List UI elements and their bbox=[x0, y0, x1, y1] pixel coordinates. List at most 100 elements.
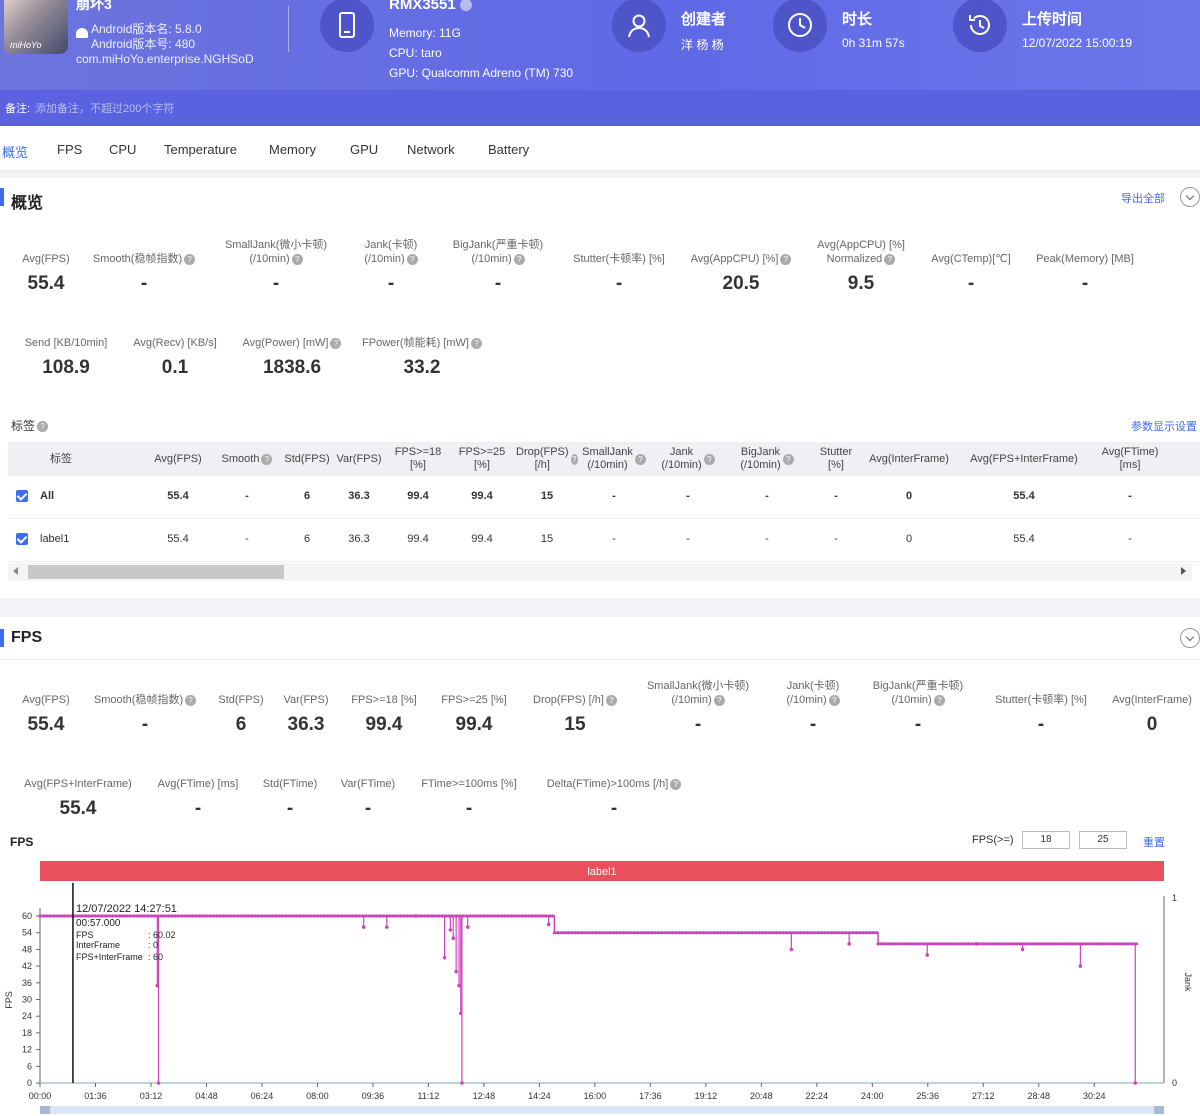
help-icon[interactable] bbox=[291, 253, 303, 265]
row-checkbox[interactable] bbox=[16, 490, 28, 502]
data-point bbox=[747, 931, 751, 935]
tab-temperature[interactable]: Temperature bbox=[164, 142, 237, 157]
data-point bbox=[688, 931, 692, 935]
data-point bbox=[778, 931, 782, 935]
metric-label: SmallJank(微小卡顿) (/10min) bbox=[214, 238, 338, 266]
table-cell: 0 bbox=[905, 533, 913, 545]
data-point bbox=[204, 914, 209, 918]
metric-label-text: Std(FTime) bbox=[262, 778, 318, 790]
dip-point bbox=[454, 969, 458, 974]
tab-overview[interactable]: 概览 bbox=[2, 142, 28, 161]
tab-gpu[interactable]: GPU bbox=[350, 142, 378, 157]
note-input[interactable]: 添加备注，不超过200个字符 bbox=[35, 100, 174, 116]
export-all-link[interactable]: 导出全部 bbox=[1121, 190, 1165, 206]
help-icon[interactable] bbox=[780, 253, 792, 265]
table-horizontal-scrollbar[interactable] bbox=[8, 563, 1192, 581]
zoom-handle-right[interactable] bbox=[1154, 1106, 1164, 1114]
data-point bbox=[653, 931, 657, 935]
x-axis: 00:00 01:36 03:12 04:48 06:24 08:00 09:36 11:12… bbox=[29, 1082, 1164, 1101]
scroll-left-icon[interactable] bbox=[13, 567, 18, 575]
help-icon[interactable] bbox=[184, 253, 196, 265]
x-tick-label: 20:48 bbox=[750, 1091, 773, 1101]
data-point bbox=[516, 914, 521, 918]
tab-cpu[interactable]: CPU bbox=[109, 142, 136, 157]
tooltip-fps-inter-value: : 60 bbox=[148, 952, 163, 962]
help-icon[interactable] bbox=[513, 253, 525, 265]
metric-fps1-0: Avg(FPS) 55.4 bbox=[12, 679, 80, 735]
reset-link[interactable]: 重置 bbox=[1143, 834, 1165, 850]
metric-label: Avg(FPS) bbox=[10, 238, 82, 266]
table-cell: 6 bbox=[303, 490, 311, 502]
table-cell: 55.4 bbox=[1013, 533, 1035, 545]
help-icon[interactable] bbox=[828, 694, 840, 706]
help-icon[interactable] bbox=[185, 694, 197, 706]
data-point bbox=[496, 914, 500, 918]
metric-label-text: Avg(FPS+InterFrame) bbox=[24, 778, 132, 790]
table-row[interactable]: label1 55.4 - 6 36.3 99.4 99.4 15 - - - - 0 55.4 - bbox=[8, 519, 1200, 562]
table-header-cell: Smooth bbox=[216, 442, 278, 476]
tab-fps[interactable]: FPS bbox=[57, 142, 82, 157]
data-point bbox=[388, 914, 392, 918]
help-icon[interactable] bbox=[570, 453, 578, 465]
data-point bbox=[611, 931, 615, 935]
help-icon[interactable] bbox=[330, 337, 342, 349]
metric-label: Send [KB/10min] bbox=[14, 322, 118, 350]
scroll-right-icon[interactable] bbox=[1181, 567, 1186, 575]
data-point bbox=[1036, 942, 1040, 946]
data-point bbox=[660, 931, 664, 935]
zoom-handle-left[interactable] bbox=[40, 1106, 50, 1114]
row-checkbox[interactable] bbox=[16, 533, 28, 545]
data-point bbox=[684, 931, 688, 935]
help-icon[interactable] bbox=[470, 337, 482, 349]
data-point bbox=[66, 914, 70, 918]
help-icon[interactable] bbox=[782, 453, 794, 465]
threshold-input-2[interactable]: 25 bbox=[1079, 831, 1127, 849]
data-point bbox=[942, 942, 946, 946]
table-header-cell: Avg(FTime) [ms] bbox=[1094, 442, 1166, 476]
fps-chart[interactable]: label1 0 6 12 18 24 30 36 42 48 54 60 0 1 00:00 01:36… bbox=[0, 856, 1200, 1116]
metric-fps1-6: Drop(FPS) [/h] 15 bbox=[526, 679, 624, 735]
metric-value: 9.5 bbox=[847, 273, 875, 294]
help-icon[interactable] bbox=[406, 253, 418, 265]
help-icon[interactable] bbox=[261, 453, 273, 465]
data-point bbox=[577, 931, 581, 935]
collapse-icon[interactable] bbox=[1180, 628, 1200, 648]
tab-network[interactable]: Network bbox=[407, 142, 455, 157]
help-icon[interactable] bbox=[605, 694, 617, 706]
table-header-cell: Var(FPS) bbox=[334, 442, 384, 476]
metric-value: - bbox=[140, 273, 148, 294]
threshold-input-1[interactable]: 18 bbox=[1022, 831, 1070, 849]
help-icon[interactable] bbox=[884, 253, 896, 265]
data-point bbox=[584, 931, 588, 935]
dip-point bbox=[361, 925, 366, 929]
data-point bbox=[62, 914, 66, 918]
data-point bbox=[949, 942, 953, 946]
y-tick-label: 36 bbox=[22, 978, 32, 988]
tab-battery[interactable]: Battery bbox=[488, 142, 529, 157]
y2-tick-label: 1 bbox=[1172, 893, 1177, 903]
scroll-thumb[interactable] bbox=[28, 565, 284, 579]
data-point bbox=[667, 931, 671, 935]
tab-memory[interactable]: Memory bbox=[269, 142, 316, 157]
zoom-slider[interactable] bbox=[40, 1106, 1164, 1114]
metric-value: 0 bbox=[1146, 714, 1158, 735]
data-point bbox=[883, 942, 887, 946]
table-row[interactable]: All 55.4 - 6 36.3 99.4 99.4 15 - - - - 0 55.4 - bbox=[8, 476, 1200, 519]
param-settings-link[interactable]: 参数显示设置 bbox=[1131, 418, 1197, 434]
device-cpu: CPU: taro bbox=[389, 46, 442, 60]
metric-label: Avg(CTemp)[℃] bbox=[924, 238, 1018, 266]
data-point bbox=[632, 931, 636, 935]
dip-point bbox=[460, 1081, 464, 1085]
help-icon[interactable] bbox=[634, 453, 646, 465]
help-icon[interactable] bbox=[37, 421, 49, 433]
help-icon[interactable] bbox=[933, 694, 945, 706]
collapse-icon[interactable] bbox=[1180, 187, 1200, 207]
section-marker bbox=[0, 629, 4, 647]
help-icon[interactable] bbox=[670, 778, 682, 790]
help-icon[interactable] bbox=[713, 694, 725, 706]
table-cell: - bbox=[1128, 533, 1132, 545]
note-bar[interactable]: 备注: 添加备注，不超过200个字符 bbox=[0, 90, 1200, 126]
help-icon[interactable] bbox=[703, 453, 715, 465]
info-icon[interactable] bbox=[459, 0, 472, 12]
metric-label: Avg(Power) [mW] bbox=[236, 322, 348, 350]
